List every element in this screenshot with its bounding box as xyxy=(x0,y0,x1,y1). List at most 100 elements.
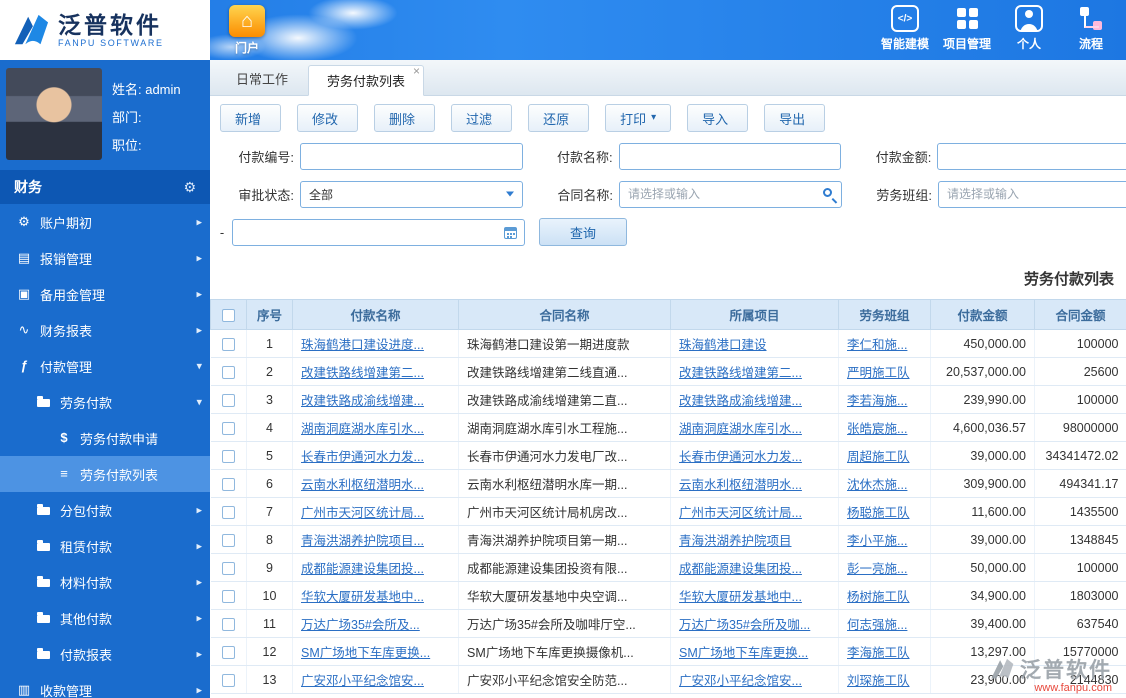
table-row[interactable]: 8 青海洪湖养护院项目... 青海洪湖养护院项目第一期... 青海洪湖养护院项目… xyxy=(211,526,1126,554)
row-checkbox[interactable] xyxy=(222,450,235,463)
row-checkbox[interactable] xyxy=(222,646,235,659)
cell-project[interactable]: 广安邓小平纪念馆安... xyxy=(671,666,839,694)
cell-team[interactable]: 李海施工队 xyxy=(839,638,931,666)
cell-payment-name[interactable]: 成都能源建设集团投... xyxy=(293,554,459,582)
cell-payment-name[interactable]: 广州市天河区统计局... xyxy=(293,498,459,526)
cell-project[interactable]: 广州市天河区统计局... xyxy=(671,498,839,526)
cell-payment-name[interactable]: 湖南洞庭湖水库引水... xyxy=(293,414,459,442)
cell-team[interactable]: 李小平施... xyxy=(839,526,931,554)
table-row[interactable]: 4 湖南洞庭湖水库引水... 湖南洞庭湖水库引水工程施... 湖南洞庭湖水库引水… xyxy=(211,414,1126,442)
approval-status-select[interactable]: 全部 xyxy=(300,181,523,208)
row-checkbox[interactable] xyxy=(222,674,235,687)
table-row[interactable]: 11 万达广场35#会所及... 万达广场35#会所及咖啡厅空... 万达广场3… xyxy=(211,610,1126,638)
sidebar-item[interactable]: $ 劳务付款申请 xyxy=(0,420,210,456)
header-nav-item[interactable]: 项目管理 xyxy=(936,5,998,52)
toolbar-button[interactable]: 导出 xyxy=(764,104,825,132)
toolbar-button[interactable]: 修改 xyxy=(297,104,358,132)
cell-project[interactable]: 改建铁路成渝线增建... xyxy=(671,386,839,414)
row-checkbox[interactable] xyxy=(222,394,235,407)
cell-project[interactable]: SM广场地下车库更换... xyxy=(671,638,839,666)
row-checkbox[interactable] xyxy=(222,422,235,435)
query-button[interactable]: 查询 xyxy=(539,218,627,246)
sidebar-item[interactable]: 租赁付款 ▸ xyxy=(0,528,210,564)
header-nav-item[interactable]: 流程 xyxy=(1060,5,1122,52)
table-row[interactable]: 3 改建铁路成渝线增建... 改建铁路成渝线增建第二直... 改建铁路成渝线增建… xyxy=(211,386,1126,414)
row-checkbox[interactable] xyxy=(222,618,235,631)
cell-payment-name[interactable]: 改建铁路成渝线增建... xyxy=(293,386,459,414)
header-nav-item[interactable]: 个人 xyxy=(998,5,1060,52)
cell-payment-name[interactable]: 万达广场35#会所及... xyxy=(293,610,459,638)
table-row[interactable]: 10 华软大厦研发基地中... 华软大厦研发基地中央空调... 华软大厦研发基地… xyxy=(211,582,1126,610)
cell-team[interactable]: 周超施工队 xyxy=(839,442,931,470)
sidebar-item[interactable]: ▣ 备用金管理 ▸ xyxy=(0,276,210,312)
search-icon[interactable] xyxy=(823,188,832,197)
cell-project[interactable]: 改建铁路线增建第二... xyxy=(671,358,839,386)
cell-payment-name[interactable]: 长春市伊通河水力发... xyxy=(293,442,459,470)
cell-payment-name[interactable]: 青海洪湖养护院项目... xyxy=(293,526,459,554)
sidebar-item[interactable]: 付款报表 ▸ xyxy=(0,636,210,672)
portal-button[interactable]: ⌂ 门户 xyxy=(222,5,272,56)
row-checkbox[interactable] xyxy=(222,590,235,603)
payment-no-input[interactable] xyxy=(300,143,523,170)
toolbar-button[interactable]: 还原 xyxy=(528,104,589,132)
cell-team[interactable]: 彭一亮施... xyxy=(839,554,931,582)
sidebar-item[interactable]: ∿ 财务报表 ▸ xyxy=(0,312,210,348)
cell-payment-name[interactable]: 广安邓小平纪念馆安... xyxy=(293,666,459,694)
sidebar-item[interactable]: 其他付款 ▸ xyxy=(0,600,210,636)
toolbar-button[interactable]: 过滤 xyxy=(451,104,512,132)
row-checkbox[interactable] xyxy=(222,534,235,547)
labor-team-input[interactable] xyxy=(938,181,1126,208)
cell-project[interactable]: 珠海鹤港口建设 xyxy=(671,330,839,358)
cell-payment-name[interactable]: 珠海鹤港口建设进度... xyxy=(293,330,459,358)
cell-team[interactable]: 杨聪施工队 xyxy=(839,498,931,526)
table-row[interactable]: 1 珠海鹤港口建设进度... 珠海鹤港口建设第一期进度款 珠海鹤港口建设 李仁和… xyxy=(211,330,1126,358)
calendar-icon[interactable] xyxy=(504,227,517,239)
close-icon[interactable]: × xyxy=(413,65,420,77)
row-checkbox[interactable] xyxy=(222,506,235,519)
date-to-input[interactable] xyxy=(232,219,525,246)
sidebar-item[interactable]: 材料付款 ▸ xyxy=(0,564,210,600)
cell-project[interactable]: 成都能源建设集团投... xyxy=(671,554,839,582)
row-checkbox[interactable] xyxy=(222,562,235,575)
header-nav-item[interactable]: 智能建模 xyxy=(874,5,936,52)
cell-team[interactable]: 沈休杰施... xyxy=(839,470,931,498)
table-row[interactable]: 2 改建铁路线增建第二... 改建铁路线增建第二线直通... 改建铁路线增建第二… xyxy=(211,358,1126,386)
cell-project[interactable]: 青海洪湖养护院项目 xyxy=(671,526,839,554)
cell-team[interactable]: 何志强施... xyxy=(839,610,931,638)
tab[interactable]: 日常工作 xyxy=(218,64,306,95)
toolbar-button[interactable]: 导入 xyxy=(687,104,748,132)
cell-project[interactable]: 华软大厦研发基地中... xyxy=(671,582,839,610)
cell-payment-name[interactable]: 云南水利枢纽潜明水... xyxy=(293,470,459,498)
row-checkbox[interactable] xyxy=(222,478,235,491)
table-row[interactable]: 13 广安邓小平纪念馆安... 广安邓小平纪念馆安全防范... 广安邓小平纪念馆… xyxy=(211,666,1126,694)
table-row[interactable]: 5 长春市伊通河水力发... 长春市伊通河水力发电厂改... 长春市伊通河水力发… xyxy=(211,442,1126,470)
sidebar-item[interactable]: ⚙ 账户期初 ▸ xyxy=(0,204,210,240)
tab[interactable]: 劳务付款列表 × xyxy=(308,65,424,96)
cell-team[interactable]: 严明施工队 xyxy=(839,358,931,386)
cell-project[interactable]: 万达广场35#会所及咖... xyxy=(671,610,839,638)
toolbar-button[interactable]: 打印 ▾ xyxy=(605,104,671,132)
sidebar-item[interactable]: ≡ 劳务付款列表 xyxy=(0,456,210,492)
cell-team[interactable]: 刘琛施工队 xyxy=(839,666,931,694)
cell-team[interactable]: 杨树施工队 xyxy=(839,582,931,610)
cell-team[interactable]: 李若海施... xyxy=(839,386,931,414)
table-row[interactable]: 9 成都能源建设集团投... 成都能源建设集团投资有限... 成都能源建设集团投… xyxy=(211,554,1126,582)
cell-project[interactable]: 长春市伊通河水力发... xyxy=(671,442,839,470)
sidebar-item[interactable]: ▥ 收款管理 ▸ xyxy=(0,672,210,698)
table-row[interactable]: 12 SM广场地下车库更换... SM广场地下车库更换摄像机... SM广场地下… xyxy=(211,638,1126,666)
toolbar-button[interactable]: 删除 xyxy=(374,104,435,132)
gear-icon[interactable]: ⚙ xyxy=(183,179,196,196)
sidebar-section-finance[interactable]: 财务 ⚙ xyxy=(0,170,210,204)
table-row[interactable]: 6 云南水利枢纽潜明水... 云南水利枢纽潜明水库一期... 云南水利枢纽潜明水… xyxy=(211,470,1126,498)
cell-payment-name[interactable]: 华软大厦研发基地中... xyxy=(293,582,459,610)
row-checkbox[interactable] xyxy=(222,338,235,351)
sidebar-item[interactable]: 分包付款 ▸ xyxy=(0,492,210,528)
cell-team[interactable]: 张皓宸施... xyxy=(839,414,931,442)
sidebar-item[interactable]: 劳务付款 ▾ xyxy=(0,384,210,420)
cell-payment-name[interactable]: 改建铁路线增建第二... xyxy=(293,358,459,386)
table-row[interactable]: 7 广州市天河区统计局... 广州市天河区统计局机房改... 广州市天河区统计局… xyxy=(211,498,1126,526)
select-all-checkbox[interactable] xyxy=(222,309,235,322)
cell-project[interactable]: 云南水利枢纽潜明水... xyxy=(671,470,839,498)
sidebar-item[interactable]: ▤ 报销管理 ▸ xyxy=(0,240,210,276)
payment-name-input[interactable] xyxy=(619,143,842,170)
